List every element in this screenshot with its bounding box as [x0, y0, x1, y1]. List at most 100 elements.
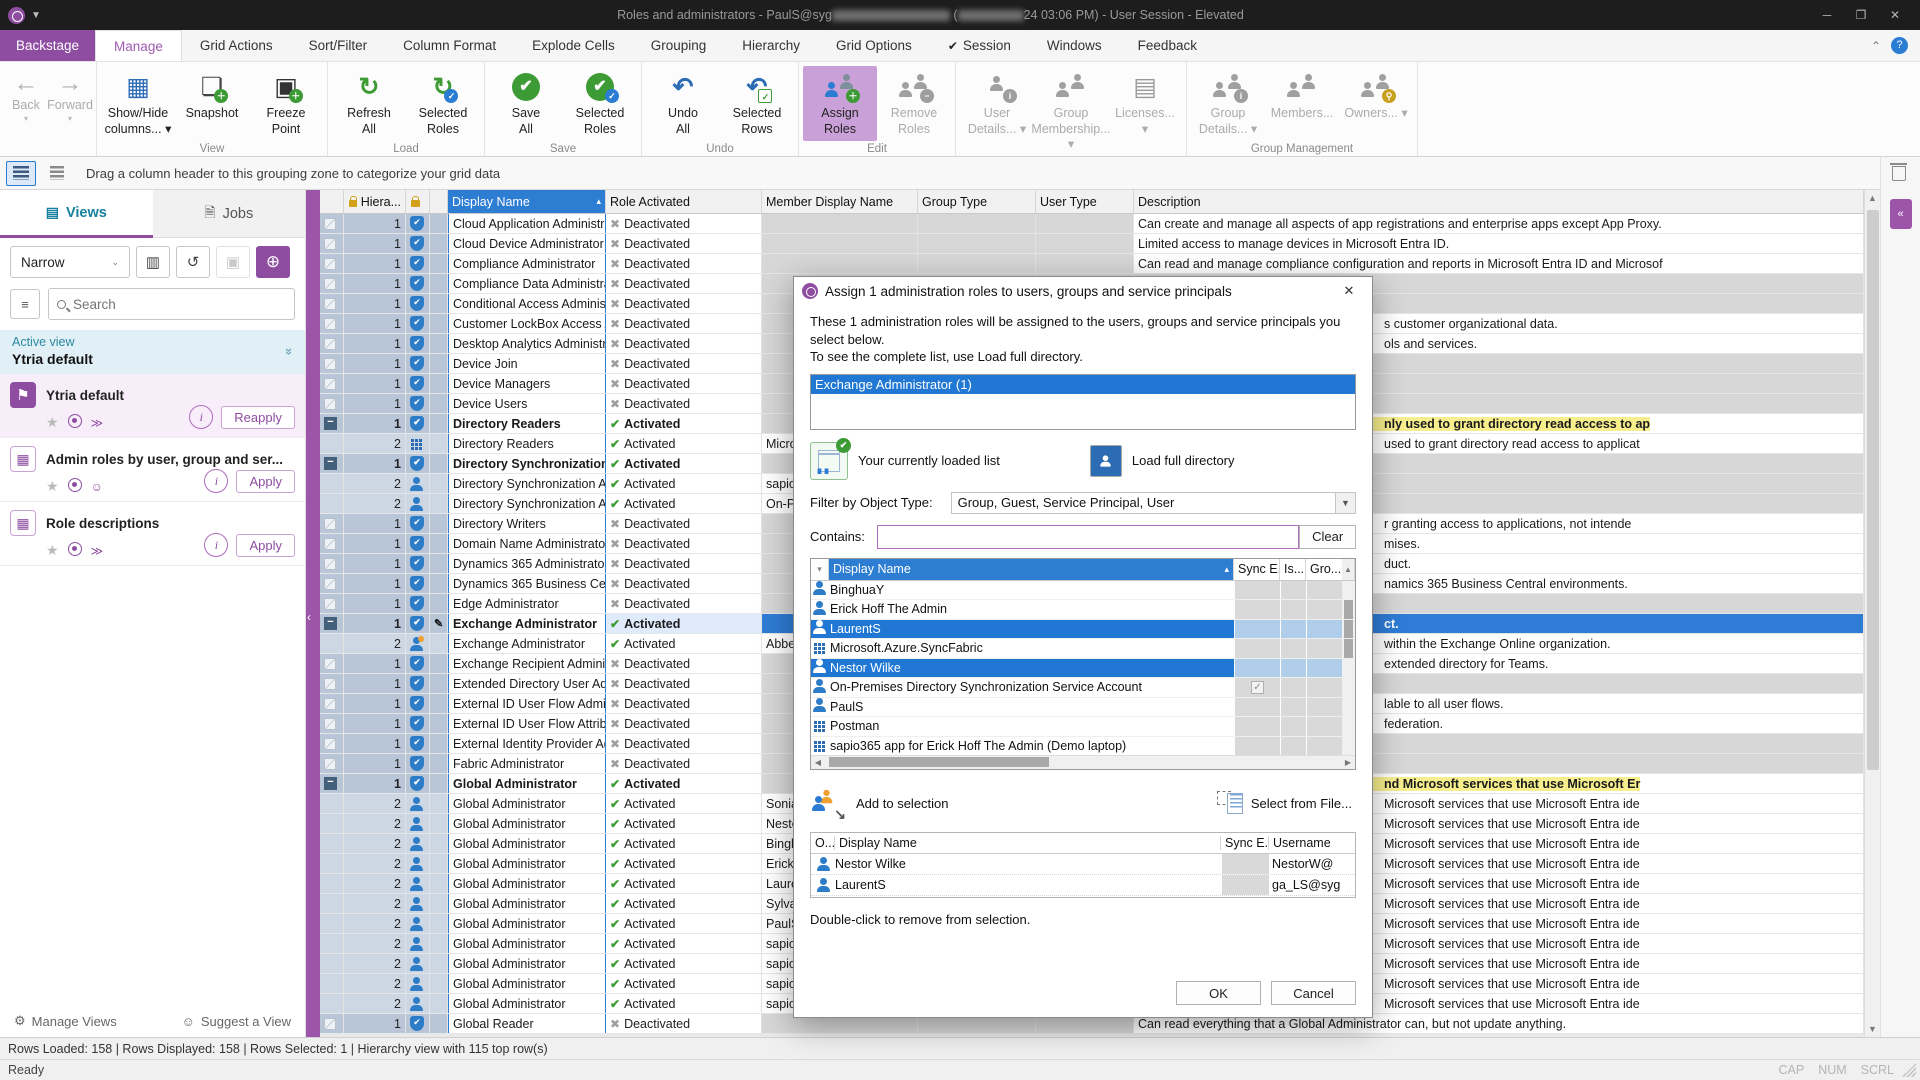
- scroll-left-icon[interactable]: ◀: [811, 758, 825, 767]
- dl-header-group[interactable]: Gro...: [1306, 559, 1342, 580]
- tab-feedback[interactable]: Feedback: [1120, 30, 1215, 61]
- view-width-selector[interactable]: Narrow⌄: [10, 246, 130, 278]
- contains-input[interactable]: [877, 525, 1299, 549]
- collapse-row-icon[interactable]: −: [324, 417, 337, 430]
- owners-button[interactable]: ⚲Owners... ▾: [1339, 66, 1413, 126]
- freeze-point-button[interactable]: ▣＋FreezePoint: [249, 66, 323, 141]
- flat-view-toggle[interactable]: [42, 161, 72, 186]
- undo-all-button[interactable]: ↶UndoAll: [646, 66, 720, 141]
- directory-list-hscrollbar[interactable]: ◀ ▶: [811, 755, 1355, 769]
- members-button[interactable]: Members...: [1265, 66, 1339, 126]
- quick-access-caret-icon[interactable]: ▼: [31, 10, 41, 21]
- directory-row[interactable]: Microsoft.Azure.SyncFabric: [811, 639, 1355, 659]
- save-selected-roles-button[interactable]: ✔✓SelectedRoles: [563, 66, 637, 141]
- tab-sort-filter[interactable]: Sort/Filter: [291, 30, 386, 61]
- table-row[interactable]: 1✔Cloud Device Administrator✖Deactivated…: [320, 234, 1864, 254]
- sl-header-sync[interactable]: Sync E...: [1221, 836, 1269, 850]
- select-from-file-button[interactable]: Select from File...: [1217, 791, 1352, 817]
- directory-row[interactable]: Erick Hoff The Admin: [811, 600, 1355, 620]
- collapse-sidebar-icon[interactable]: ‹: [307, 610, 311, 624]
- resize-grip[interactable]: [1902, 1063, 1916, 1077]
- expand-right-panel-tab[interactable]: «: [1890, 199, 1912, 229]
- table-row[interactable]: 1✔Cloud Application Administrator✖Deacti…: [320, 214, 1864, 234]
- dl-header-display-name[interactable]: Display Name▴: [829, 559, 1234, 580]
- back-button[interactable]: ←Back▾: [4, 66, 48, 127]
- header-lock-2[interactable]: [430, 190, 448, 213]
- manage-views-link[interactable]: ⚙Manage Views: [14, 1013, 117, 1029]
- view-item[interactable]: ▦Role descriptions★≫iApply: [0, 502, 305, 566]
- selection-row[interactable]: LaurentSga_LS@syg: [811, 875, 1355, 896]
- group-membership-button[interactable]: GroupMembership... ▾: [1034, 66, 1108, 157]
- scrollbar-thumb[interactable]: [1867, 210, 1879, 770]
- dl-header-sync[interactable]: Sync E...: [1234, 559, 1280, 580]
- tab-explode-cells[interactable]: Explode Cells: [514, 30, 633, 61]
- tab-session[interactable]: ✔Session: [930, 30, 1029, 61]
- directory-row[interactable]: PaulS: [811, 698, 1355, 718]
- ok-button[interactable]: OK: [1176, 981, 1261, 1005]
- header-lock-1[interactable]: [406, 190, 430, 213]
- scroll-up-icon[interactable]: ▲: [1342, 559, 1355, 580]
- dialog-close-icon[interactable]: ✕: [1334, 283, 1364, 299]
- grid-vertical-scrollbar[interactable]: ▲ ▼: [1864, 190, 1880, 1037]
- scroll-up-icon[interactable]: ▲: [1865, 190, 1880, 206]
- undo-selected-rows-button[interactable]: ↶✓SelectedRows: [720, 66, 794, 141]
- hscroll-thumb[interactable]: [829, 757, 1049, 767]
- reapply-button[interactable]: Reapply: [221, 406, 295, 429]
- selection-row[interactable]: Nestor WilkeNestorW@: [811, 854, 1355, 875]
- sl-header-username[interactable]: Username: [1269, 836, 1355, 850]
- directory-row[interactable]: LaurentS: [811, 620, 1355, 640]
- header-group-type[interactable]: Group Type: [918, 190, 1036, 213]
- view-item[interactable]: ⚑Ytria default★≫iReapply: [0, 374, 305, 438]
- header-check[interactable]: [320, 190, 344, 213]
- info-button[interactable]: i: [189, 405, 213, 429]
- search-input[interactable]: [73, 297, 286, 312]
- collapse-row-icon[interactable]: −: [324, 777, 337, 790]
- directory-row[interactable]: Postman: [811, 717, 1355, 737]
- directory-row[interactable]: BinghuaY: [811, 581, 1355, 601]
- trash-icon[interactable]: [1892, 166, 1909, 181]
- sort-icon[interactable]: ▾: [811, 559, 829, 580]
- sidebar-splitter[interactable]: ‹: [306, 190, 320, 1037]
- tab-jobs[interactable]: 🗎Jobs: [153, 190, 306, 238]
- cancel-button[interactable]: Cancel: [1271, 981, 1356, 1005]
- load-selected-roles-button[interactable]: ↻✓SelectedRoles: [406, 66, 480, 141]
- refresh-all-button[interactable]: ↻RefreshAll: [332, 66, 406, 141]
- header-user-type[interactable]: User Type: [1036, 190, 1134, 213]
- directory-row[interactable]: Nestor Wilke: [811, 659, 1355, 679]
- directory-row[interactable]: On-Premises Directory Synchronization Se…: [811, 678, 1355, 698]
- info-button[interactable]: i: [204, 533, 228, 557]
- reset-view-button[interactable]: ↺: [176, 246, 210, 278]
- scroll-right-icon[interactable]: ▶: [1341, 758, 1355, 767]
- object-type-dropdown[interactable]: Group, Guest, Service Principal, User ▼: [951, 492, 1356, 514]
- collapse-row-icon[interactable]: −: [324, 617, 337, 630]
- snapshot-button[interactable]: ❏＋Snapshot: [175, 66, 249, 126]
- help-icon[interactable]: ?: [1891, 37, 1908, 54]
- collapse-ribbon-icon[interactable]: ⌃: [1871, 39, 1881, 53]
- header-description[interactable]: Description: [1134, 190, 1864, 213]
- header-hierarchy[interactable]: Hiera...: [344, 190, 406, 213]
- group-details-button[interactable]: iGroupDetails... ▾: [1191, 66, 1265, 141]
- add-to-selection-button[interactable]: Add to selection: [810, 789, 949, 819]
- collapse-active-view-icon[interactable]: »: [282, 348, 297, 355]
- tab-manage[interactable]: Manage: [95, 30, 182, 61]
- tab-windows[interactable]: Windows: [1029, 30, 1120, 61]
- tab-grid-options[interactable]: Grid Options: [818, 30, 930, 61]
- suggest-view-link[interactable]: ☺Suggest a View: [182, 1013, 291, 1029]
- add-view-button[interactable]: ⊕: [256, 246, 290, 278]
- sl-header-display-name[interactable]: Display Name: [835, 836, 1221, 850]
- scroll-down-icon[interactable]: ▼: [1865, 1021, 1880, 1037]
- minimize-button[interactable]: ─: [1812, 4, 1842, 26]
- tab-hierarchy[interactable]: Hierarchy: [724, 30, 818, 61]
- maximize-button[interactable]: ❐: [1846, 4, 1876, 26]
- remove-roles-button[interactable]: −RemoveRoles: [877, 66, 951, 141]
- source-loaded-list-button[interactable]: ✔∎∎ Your currently loaded list: [810, 442, 1000, 480]
- roles-listbox[interactable]: Exchange Administrator (1): [810, 374, 1356, 430]
- licenses-button[interactable]: ▤Licenses...▾: [1108, 66, 1182, 141]
- close-button[interactable]: ✕: [1880, 4, 1910, 26]
- chevron-down-icon[interactable]: ▼: [1335, 493, 1355, 513]
- hierarchy-view-toggle[interactable]: [6, 161, 36, 186]
- save-all-button[interactable]: ✔SaveAll: [489, 66, 563, 141]
- table-row[interactable]: 1✔Compliance Administrator✖DeactivatedCa…: [320, 254, 1864, 274]
- sl-header-o[interactable]: O...: [811, 836, 835, 850]
- filter-views-button[interactable]: ≡: [10, 289, 40, 319]
